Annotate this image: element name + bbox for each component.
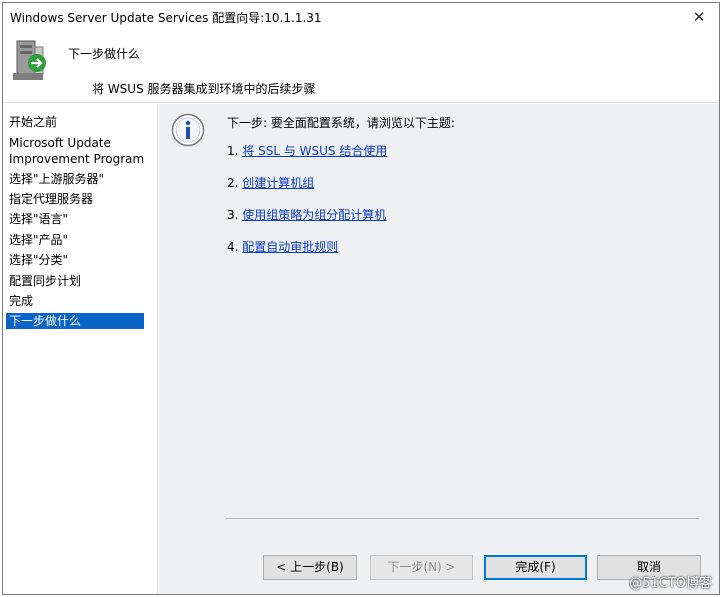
step-number: 4. (227, 240, 239, 254)
page-title: 下一步做什么 (68, 47, 141, 61)
nav-item-proxy-server[interactable]: 指定代理服务器 (6, 191, 144, 207)
step-auto-approval: 4. 配置自动审批规则 (227, 238, 338, 255)
nav-item-sync-schedule[interactable]: 配置同步计划 (6, 273, 144, 289)
step-number: 3. (227, 208, 239, 222)
nav-item-upstream-server[interactable]: 选择"上游服务器" (6, 171, 144, 187)
step-group-policy: 3. 使用组策略为组分配计算机 (227, 206, 386, 223)
step-number: 1. (227, 144, 239, 158)
info-icon (171, 113, 205, 147)
server-update-icon (13, 40, 46, 80)
wizard-nav: 开始之前 Microsoft Update Improvement Progra… (3, 104, 158, 594)
close-icon[interactable]: ✕ (689, 7, 709, 27)
nav-item-improvement-program-line2[interactable]: Improvement Program (6, 151, 144, 167)
wizard-content: 下一步: 要全面配置系统，请浏览以下主题: 1. 将 SSL 与 WSUS 结合… (159, 104, 719, 594)
nav-item-whats-next[interactable]: 下一步做什么 (6, 313, 144, 329)
wizard-header: 下一步做什么 将 WSUS 服务器集成到环境中的后续步骤 (3, 31, 719, 103)
step-computer-groups: 2. 创建计算机组 (227, 174, 314, 191)
nav-item-finished[interactable]: 完成 (6, 293, 144, 309)
nav-item-classifications[interactable]: 选择"分类" (6, 252, 144, 268)
title-bar[interactable]: Windows Server Update Services 配置向导:10.1… (3, 3, 719, 31)
back-button[interactable]: < 上一步(B) (263, 555, 357, 580)
next-button[interactable]: 下一步(N) > (370, 555, 473, 580)
watermark: @51CTO博客 (629, 576, 712, 591)
nav-item-improvement-program[interactable]: Microsoft Update (6, 135, 144, 151)
finish-button[interactable]: 完成(F) (484, 555, 587, 580)
nav-item-products[interactable]: 选择"产品" (6, 232, 144, 248)
separator (225, 518, 699, 519)
nav-item-before-you-begin[interactable]: 开始之前 (6, 114, 144, 130)
step-number: 2. (227, 176, 239, 190)
window-title: Windows Server Update Services 配置向导:10.1… (10, 11, 322, 25)
link-auto-approval-rules[interactable]: 配置自动审批规则 (242, 240, 338, 254)
step-ssl: 1. 将 SSL 与 WSUS 结合使用 (227, 142, 387, 159)
link-ssl-with-wsus[interactable]: 将 SSL 与 WSUS 结合使用 (242, 144, 387, 158)
intro-text: 下一步: 要全面配置系统，请浏览以下主题: (227, 116, 455, 130)
link-create-computer-groups[interactable]: 创建计算机组 (242, 176, 314, 190)
nav-item-languages[interactable]: 选择"语言" (6, 211, 144, 227)
link-group-policy-assign[interactable]: 使用组策略为组分配计算机 (242, 208, 386, 222)
wizard-window: Windows Server Update Services 配置向导:10.1… (2, 2, 720, 595)
page-subtitle: 将 WSUS 服务器集成到环境中的后续步骤 (92, 82, 316, 96)
